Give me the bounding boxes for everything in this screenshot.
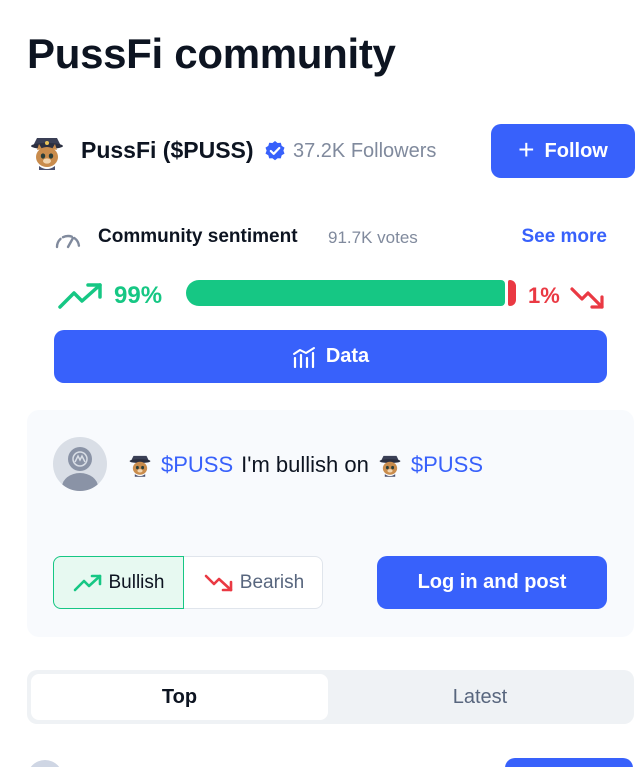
votes-count: 91.7K votes [328, 228, 418, 247]
feed-tabs: Top Latest [27, 670, 634, 724]
verified-badge-icon [265, 141, 285, 161]
cat-pirate-icon [129, 455, 151, 477]
trending-up-icon [58, 283, 102, 309]
post-input[interactable]: $PUSS I'm bullish on $PUSS [127, 452, 483, 478]
user-placeholder-icon [62, 447, 98, 491]
post-text: I'm bullish on [241, 452, 369, 477]
data-label: Data [325, 345, 370, 367]
ticker-tag[interactable]: $PUSS [411, 452, 483, 478]
cat-pirate-icon [31, 138, 63, 170]
sentiment-header: Community sentiment 91.7K votes See more [54, 224, 610, 254]
data-button[interactable]: Data [54, 330, 607, 383]
chart-icon [292, 346, 315, 368]
trending-up-icon [73, 574, 101, 591]
trending-down-icon [204, 574, 233, 591]
ticker-tag[interactable]: $PUSS [161, 452, 233, 478]
coin-header: PussFi ($PUSS) 37.2K Followers + Follow [27, 124, 637, 180]
post-composer: $PUSS I'm bullish on $PUSS Bullish Beari… [27, 410, 634, 637]
bearish-label: Bearish [239, 571, 305, 593]
bearish-percent: 1% [528, 283, 560, 308]
plus-icon: + [518, 133, 535, 165]
sentiment-bar [186, 280, 516, 306]
follow-label: Follow [544, 139, 608, 162]
login-post-button[interactable]: Log in and post [377, 556, 607, 609]
follow-button[interactable] [505, 758, 633, 767]
cat-pirate-icon [379, 455, 401, 477]
sentiment-toggle: Bullish Bearish [53, 556, 323, 609]
sentiment-bar-row: 99% 1% [58, 276, 614, 316]
bullish-label: Bullish [108, 571, 165, 593]
followers-count: 37.2K Followers [293, 140, 437, 162]
bearish-bar-fill [508, 280, 516, 306]
coin-name[interactable]: PussFi ($PUSS) [81, 137, 254, 164]
avatar [27, 760, 63, 767]
gauge-icon [55, 234, 81, 249]
tab-latest[interactable]: Latest [331, 674, 629, 720]
bullish-bar-fill [186, 280, 505, 306]
follow-button[interactable]: + Follow [491, 124, 635, 178]
page-title: PussFi community [27, 30, 396, 77]
tab-top[interactable]: Top [31, 674, 328, 720]
bullish-percent: 99% [114, 282, 163, 309]
sentiment-label: Community sentiment [98, 226, 298, 247]
bullish-button[interactable]: Bullish [53, 556, 184, 609]
see-more-link[interactable]: See more [521, 226, 607, 248]
bearish-button[interactable]: Bearish [185, 557, 323, 608]
avatar [53, 437, 107, 491]
trending-down-icon [570, 287, 604, 309]
